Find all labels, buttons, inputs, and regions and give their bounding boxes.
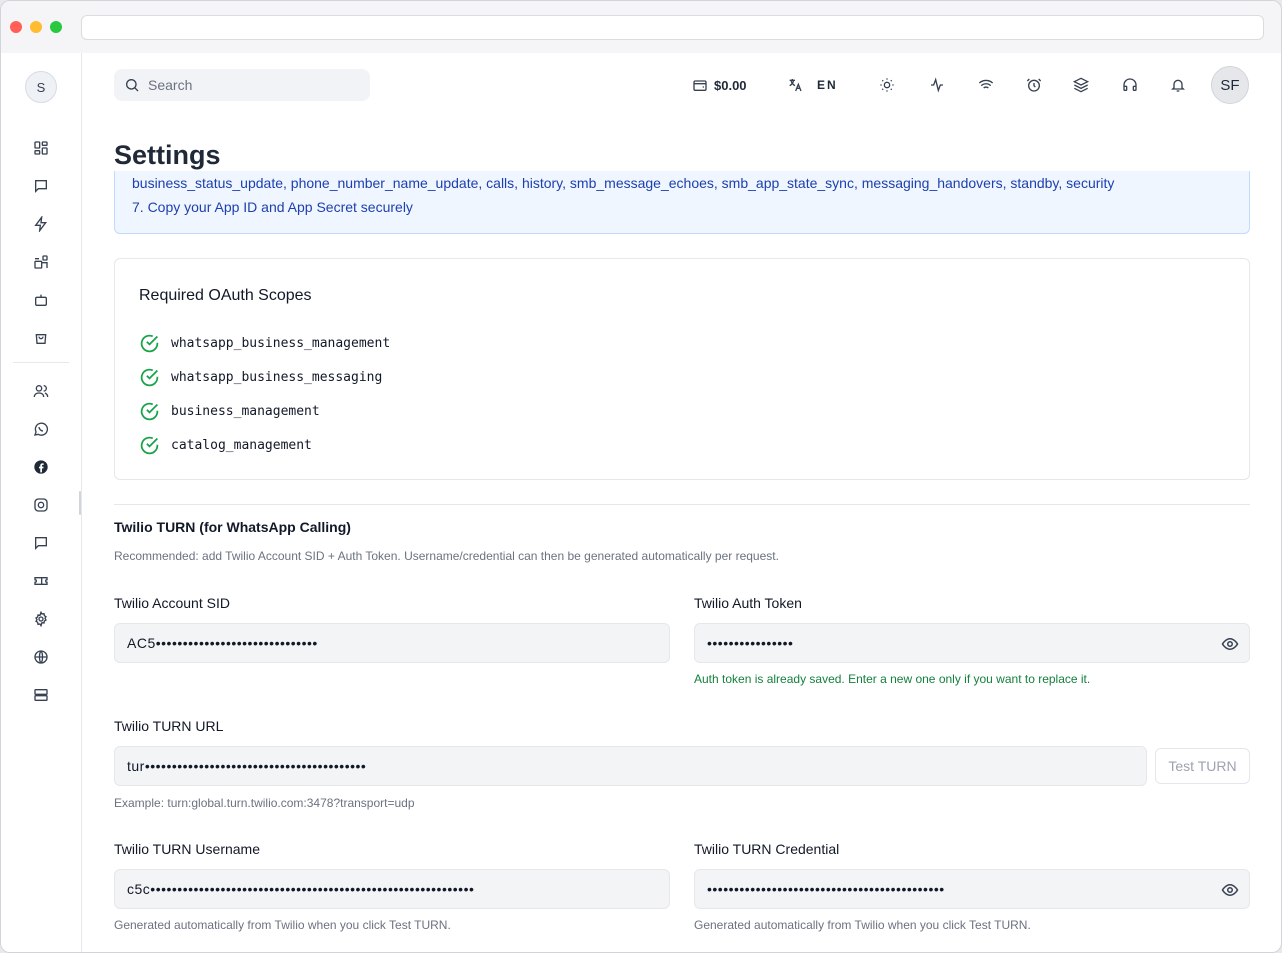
scope-name: whatsapp_business_management [171, 335, 391, 351]
wallet-amount: $0.00 [714, 77, 747, 93]
scope-name: catalog_management [171, 437, 312, 453]
workspace-logo[interactable]: S [25, 71, 57, 103]
close-window-button[interactable] [10, 21, 22, 33]
turn-url-help: Example: turn:global.turn.twilio.com:347… [114, 796, 415, 810]
eye-icon[interactable] [1221, 635, 1239, 653]
wallet-icon [693, 80, 707, 91]
lightning-icon[interactable] [30, 213, 52, 235]
turn-credential-label: Twilio TURN Credential [694, 841, 840, 857]
apps-icon[interactable] [30, 251, 52, 273]
title-bar [1, 1, 1281, 53]
eye-icon[interactable] [1221, 881, 1239, 899]
turn-credential-field[interactable]: ••••••••••••••••••••••••••••••••••••••••… [694, 869, 1250, 909]
instructions-line-copy-app-id: 7. Copy your App ID and App Secret secur… [132, 199, 413, 215]
setup-instructions-box: business_status_update, phone_number_nam… [114, 171, 1250, 234]
activity-icon[interactable] [929, 73, 945, 97]
account-sid-value: AC5•••••••••••••••••••••••••••••• [127, 635, 318, 651]
language-switcher[interactable]: EN [787, 73, 838, 97]
check-circle-icon [140, 368, 159, 386]
avatar[interactable]: SF [1211, 66, 1249, 104]
twilio-section-description: Recommended: add Twilio Account SID + Au… [114, 549, 779, 563]
avatar-initials: SF [1220, 76, 1240, 94]
turn-username-help: Generated automatically from Twilio when… [114, 918, 451, 932]
oauth-scopes-card: Required OAuth Scopes whatsapp_business_… [114, 258, 1250, 480]
section-divider [114, 504, 1250, 505]
auth-token-field[interactable]: •••••••••••••••• [694, 623, 1250, 663]
headset-icon[interactable] [1122, 73, 1138, 97]
page-title: Settings [114, 140, 221, 170]
check-circle-icon [140, 436, 159, 454]
minimize-window-button[interactable] [30, 21, 42, 33]
layers-icon[interactable] [1073, 73, 1089, 97]
address-bar[interactable] [81, 15, 1264, 40]
globe-icon[interactable] [30, 646, 52, 668]
instagram-icon[interactable] [30, 494, 52, 516]
sidebar-scrollbar[interactable] [79, 491, 81, 515]
turn-url-value: tur•••••••••••••••••••••••••••••••••••••… [127, 758, 367, 774]
message-icon[interactable] [30, 532, 52, 554]
instructions-line-webhook-fields: business_status_update, phone_number_nam… [132, 175, 1115, 191]
ticket-icon[interactable] [30, 570, 52, 592]
translate-icon [789, 79, 802, 92]
test-turn-button[interactable]: Test TURN [1155, 748, 1250, 784]
shopping-bag-icon[interactable] [30, 327, 52, 349]
turn-url-field[interactable]: tur•••••••••••••••••••••••••••••••••••••… [114, 746, 1147, 786]
auth-token-value: •••••••••••••••• [707, 635, 794, 651]
turn-username-value: c5c•••••••••••••••••••••••••••••••••••••… [127, 881, 475, 897]
chat-icon[interactable] [30, 175, 52, 197]
list-item: whatsapp_business_messaging [139, 366, 382, 388]
workspace-logo-letter: S [36, 79, 46, 95]
turn-username-label: Twilio TURN Username [114, 841, 260, 857]
check-circle-icon [140, 334, 159, 352]
list-item: business_management [139, 400, 320, 422]
oauth-scopes-title: Required OAuth Scopes [139, 287, 312, 304]
wifi-icon[interactable] [978, 73, 994, 97]
maximize-window-button[interactable] [50, 21, 62, 33]
scope-name: business_management [171, 403, 320, 419]
wallet-balance[interactable]: $0.00 [692, 73, 747, 97]
sidebar: S [1, 53, 82, 952]
turn-credential-help: Generated automatically from Twilio when… [694, 918, 1031, 932]
server-icon[interactable] [30, 684, 52, 706]
gear-icon[interactable] [30, 608, 52, 630]
list-item: catalog_management [139, 434, 312, 456]
sun-icon[interactable] [879, 73, 895, 97]
facebook-icon[interactable] [30, 456, 52, 478]
users-icon[interactable] [30, 380, 52, 402]
whatsapp-icon[interactable] [30, 418, 52, 440]
search-input[interactable]: Search [148, 77, 192, 93]
turn-username-field[interactable]: c5c•••••••••••••••••••••••••••••••••••••… [114, 869, 670, 909]
browser-window: S Search $0.00 EN SF business_status_upd… [0, 0, 1282, 953]
check-circle-icon [140, 402, 159, 420]
language-label: EN [817, 78, 838, 92]
auth-token-label: Twilio Auth Token [694, 595, 802, 611]
auth-token-help: Auth token is already saved. Enter a new… [694, 672, 1091, 686]
search-icon [126, 79, 139, 92]
scope-name: whatsapp_business_messaging [171, 369, 383, 385]
alarm-icon[interactable] [1026, 73, 1042, 97]
list-item: whatsapp_business_management [139, 332, 390, 354]
bell-icon[interactable] [1170, 73, 1186, 97]
turn-credential-value: ••••••••••••••••••••••••••••••••••••••••… [707, 881, 945, 897]
dashboard-icon[interactable] [30, 137, 52, 159]
account-sid-field[interactable]: AC5•••••••••••••••••••••••••••••• [114, 623, 670, 663]
bot-icon[interactable] [30, 289, 52, 311]
search-bar[interactable]: Search [114, 69, 370, 101]
account-sid-label: Twilio Account SID [114, 595, 230, 611]
turn-url-label: Twilio TURN URL [114, 718, 224, 734]
twilio-section-title: Twilio TURN (for WhatsApp Calling) [114, 519, 351, 535]
sidebar-divider [13, 362, 69, 363]
